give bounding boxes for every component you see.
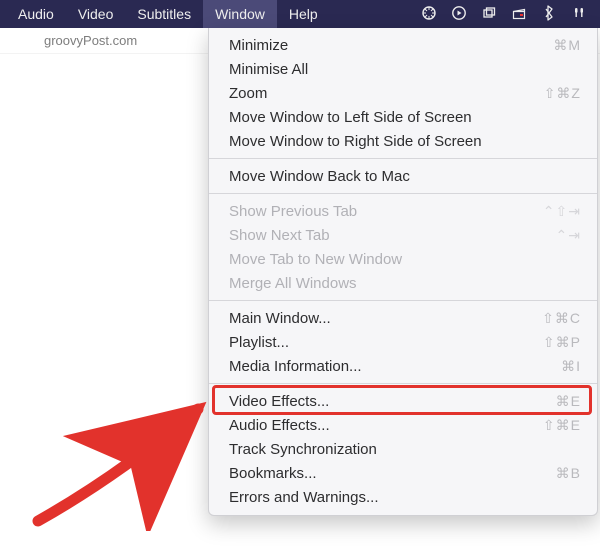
menubar-item-audio[interactable]: Audio xyxy=(6,0,66,28)
menu-item-main-window[interactable]: Main Window...⇧⌘C xyxy=(209,306,597,330)
menu-item-media-information[interactable]: Media Information...⌘I xyxy=(209,354,597,378)
menubar-item-subtitles[interactable]: Subtitles xyxy=(125,0,203,28)
menubar-item-window[interactable]: Window xyxy=(203,0,277,28)
play-circle-icon[interactable] xyxy=(444,5,474,24)
menubar: Audio Video Subtitles Window Help xyxy=(0,0,600,28)
menu-separator xyxy=(209,383,597,384)
menu-item-show-prev-tab: Show Previous Tab⌃⇧⇥ xyxy=(209,199,597,223)
menu-item-move-right[interactable]: Move Window to Right Side of Screen xyxy=(209,129,597,153)
window-menu-dropdown: Minimize⌘M Minimise All Zoom⇧⌘Z Move Win… xyxy=(208,28,598,516)
menu-item-move-tab-new-window: Move Tab to New Window xyxy=(209,247,597,271)
menubar-item-help[interactable]: Help xyxy=(277,0,330,28)
menu-item-playlist[interactable]: Playlist...⇧⌘P xyxy=(209,330,597,354)
menu-item-move-back-to-mac[interactable]: Move Window Back to Mac xyxy=(209,164,597,188)
menu-separator xyxy=(209,193,597,194)
windows-icon[interactable] xyxy=(474,5,504,24)
bluetooth-icon[interactable] xyxy=(534,5,564,24)
menu-separator xyxy=(209,158,597,159)
menu-item-zoom[interactable]: Zoom⇧⌘Z xyxy=(209,81,597,105)
menu-separator xyxy=(209,300,597,301)
menu-item-show-next-tab: Show Next Tab⌃⇥ xyxy=(209,223,597,247)
menu-item-track-sync[interactable]: Track Synchronization xyxy=(209,437,597,461)
menu-item-video-effects[interactable]: Video Effects...⌘E xyxy=(209,389,597,413)
fan-icon[interactable] xyxy=(414,5,444,24)
menubar-item-video[interactable]: Video xyxy=(66,0,126,28)
airpods-icon[interactable] xyxy=(564,5,594,24)
menu-item-merge-all-windows: Merge All Windows xyxy=(209,271,597,295)
menu-item-errors-warnings[interactable]: Errors and Warnings... xyxy=(209,485,597,509)
menu-item-minimize[interactable]: Minimize⌘M xyxy=(209,33,597,57)
menu-item-minimise-all[interactable]: Minimise All xyxy=(209,57,597,81)
menu-item-audio-effects[interactable]: Audio Effects...⇧⌘E xyxy=(209,413,597,437)
menu-item-move-left[interactable]: Move Window to Left Side of Screen xyxy=(209,105,597,129)
clapper-icon[interactable] xyxy=(504,5,534,24)
menu-item-bookmarks[interactable]: Bookmarks...⌘B xyxy=(209,461,597,485)
